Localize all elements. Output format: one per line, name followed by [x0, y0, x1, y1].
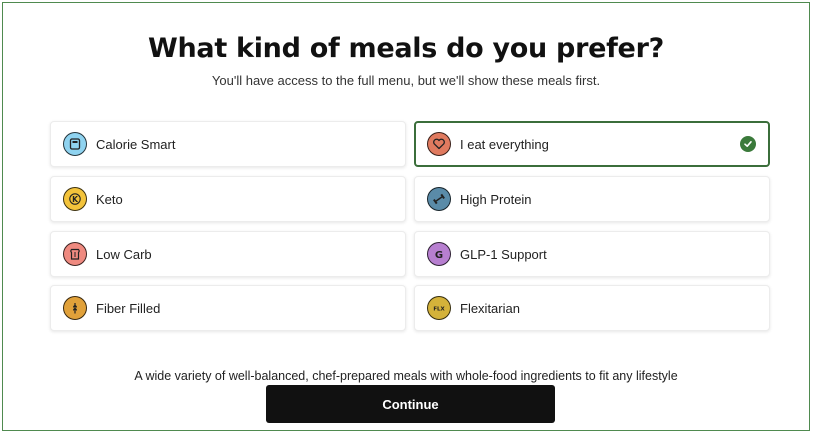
option-high-protein[interactable]: High Protein — [414, 176, 770, 222]
selection-description: A wide variety of well-balanced, chef-pr… — [134, 369, 678, 383]
option-calorie-smart[interactable]: Calorie Smart — [50, 121, 406, 167]
heart-icon — [427, 132, 451, 156]
page-title: What kind of meals do you prefer? — [148, 33, 664, 64]
glp-g-icon: G — [427, 242, 451, 266]
option-label: Flexitarian — [460, 300, 520, 316]
option-label: GLP-1 Support — [460, 246, 547, 262]
app-frame: What kind of meals do you prefer? You'll… — [2, 2, 810, 431]
option-glp-1-support[interactable]: G GLP-1 Support — [414, 231, 770, 277]
scale-icon — [63, 132, 87, 156]
option-low-carb[interactable]: Low Carb — [50, 231, 406, 277]
flx-icon-text: FLX — [433, 306, 445, 312]
flx-icon: FLX — [427, 296, 451, 320]
option-label: I eat everything — [460, 136, 549, 152]
dumbbell-icon — [427, 187, 451, 211]
keto-k-icon: K — [63, 187, 87, 211]
option-label: Calorie Smart — [96, 136, 176, 152]
option-fiber-filled[interactable]: Fiber Filled — [50, 285, 406, 331]
option-label: High Protein — [460, 191, 532, 207]
glp-icon-letter: G — [435, 250, 443, 261]
option-label: Keto — [96, 191, 123, 207]
page-subtitle: You'll have access to the full menu, but… — [211, 73, 601, 88]
option-i-eat-everything[interactable]: I eat everything — [414, 121, 770, 167]
bread-icon — [63, 242, 87, 266]
selected-check-icon — [740, 136, 756, 152]
option-flexitarian[interactable]: FLX Flexitarian — [414, 285, 770, 331]
wheat-icon — [63, 296, 87, 320]
continue-button[interactable]: Continue — [266, 385, 555, 423]
option-label: Low Carb — [96, 246, 152, 262]
option-keto[interactable]: K Keto — [50, 176, 406, 222]
keto-icon-letter: K — [72, 195, 79, 204]
option-label: Fiber Filled — [96, 300, 161, 316]
